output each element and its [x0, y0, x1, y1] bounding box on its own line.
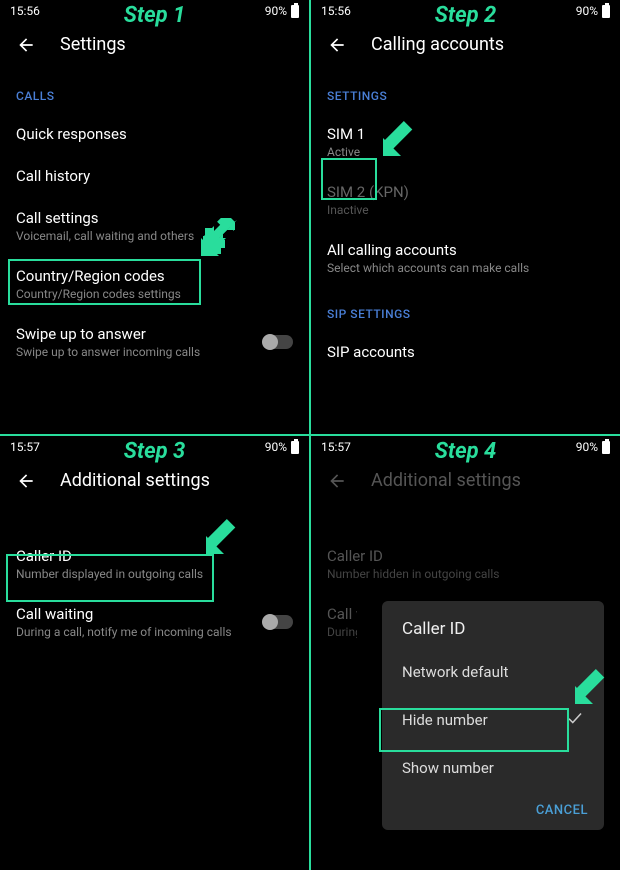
status-time: 15:56 [10, 4, 40, 18]
status-time: 15:57 [321, 440, 351, 454]
page-title: Additional settings [371, 470, 521, 491]
arrow-indicator-icon [381, 118, 421, 162]
item-quick-responses[interactable]: Quick responses [0, 113, 309, 155]
section-label-sip: SIP SETTINGS [311, 287, 620, 331]
option-hide-number[interactable]: Hide number [382, 695, 604, 745]
status-time: 15:56 [321, 4, 351, 18]
screen-step4: Step 4 15:57 90% Additional settings Cal… [311, 436, 620, 870]
screen-step2: Step 2 15:56 90% Calling accounts SETTIN… [311, 0, 620, 434]
item-call-waiting[interactable]: Call waiting During a call, notify me of… [0, 593, 309, 651]
item-country-codes[interactable]: Country/Region codes Country/Region code… [0, 255, 309, 313]
status-battery-pct: 90% [265, 4, 287, 18]
caller-id-dialog: Caller ID Network default Hide number Sh… [382, 601, 604, 830]
page-title: Calling accounts [371, 34, 504, 55]
item-sip-accounts[interactable]: SIP accounts [311, 331, 620, 373]
dialog-title: Caller ID [382, 601, 604, 649]
item-sim2: SIM 2 (KPN) Inactive [311, 171, 620, 229]
status-battery-pct: 90% [576, 440, 598, 454]
page-title: Settings [60, 34, 126, 55]
arrow-indicator-icon [573, 666, 613, 710]
screen-step1: Step 1 15:56 90% Settings CALLS Quick re… [0, 0, 309, 434]
section-label-calls: CALLS [0, 69, 309, 113]
step-label: Step 3 [124, 439, 186, 464]
item-all-calling-accounts[interactable]: All calling accounts Select which accoun… [311, 229, 620, 287]
back-arrow-icon[interactable] [16, 35, 36, 55]
option-show-number[interactable]: Show number [382, 745, 604, 791]
cancel-button[interactable]: CANCEL [536, 803, 588, 818]
step-label: Step 4 [435, 439, 497, 464]
toggle-call-waiting[interactable] [263, 615, 293, 629]
battery-icon [602, 441, 610, 454]
screen-step3: Step 3 15:57 90% Additional settings Cal… [0, 436, 309, 870]
arrow-indicator-icon [204, 516, 244, 560]
battery-icon [291, 5, 299, 18]
status-battery-pct: 90% [265, 440, 287, 454]
status-time: 15:57 [10, 440, 40, 454]
back-arrow-icon[interactable] [16, 471, 36, 491]
item-call-history[interactable]: Call history [0, 155, 309, 197]
back-arrow-icon [327, 471, 347, 491]
back-arrow-icon[interactable] [327, 35, 347, 55]
toggle-swipe-up[interactable] [263, 335, 293, 349]
item-caller-id[interactable]: Caller ID Number displayed in outgoing c… [0, 535, 309, 593]
battery-icon [291, 441, 299, 454]
item-call-settings[interactable]: Call settings Voicemail, call waiting an… [0, 197, 309, 255]
item-swipe-up[interactable]: Swipe up to answer Swipe up to answer in… [0, 313, 309, 371]
option-network-default[interactable]: Network default [382, 649, 604, 695]
status-battery-pct: 90% [576, 4, 598, 18]
step-label: Step 2 [435, 3, 497, 28]
item-sim1[interactable]: SIM 1 Active [311, 113, 620, 171]
arrow-indicator-icon [199, 218, 239, 262]
checkmark-icon [566, 709, 584, 731]
section-label-settings: SETTINGS [311, 69, 620, 113]
item-caller-id-bg: Caller ID Number hidden in outgoing call… [311, 535, 620, 593]
battery-icon [602, 5, 610, 18]
page-title: Additional settings [60, 470, 210, 491]
step-label: Step 1 [124, 3, 186, 28]
